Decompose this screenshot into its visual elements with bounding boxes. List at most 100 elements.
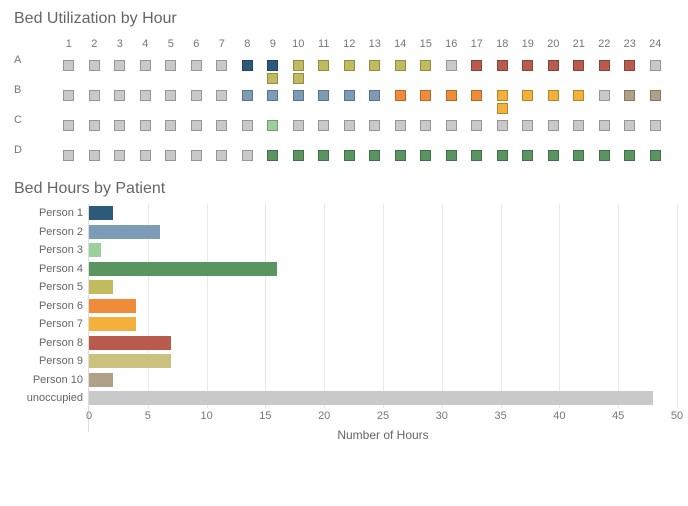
heat-cell	[209, 54, 235, 84]
heat-box-unoccupied	[599, 90, 610, 101]
heat-cell	[82, 54, 108, 84]
heat-cell	[235, 54, 261, 84]
heat-col-14: 14	[388, 38, 414, 50]
heat-box-p2	[293, 90, 304, 101]
heat-cell	[541, 114, 567, 131]
heat-cell	[158, 84, 184, 114]
heat-cell	[184, 114, 210, 131]
heat-cell	[311, 144, 337, 161]
heat-box-unoccupied	[242, 150, 253, 161]
heat-cell	[515, 114, 541, 131]
bar-row: Person 5	[89, 278, 113, 297]
heat-box-unoccupied	[599, 120, 610, 131]
heat-box-unoccupied	[89, 120, 100, 131]
heat-col-4: 4	[133, 38, 159, 50]
heat-box-p8	[522, 60, 533, 71]
heat-cell	[592, 84, 618, 114]
heat-box-p5	[293, 60, 304, 71]
bar-label: Person 2	[9, 226, 83, 238]
heat-col-23: 23	[617, 38, 643, 50]
bar-row: unoccupied	[89, 389, 653, 408]
heat-cell	[566, 84, 592, 114]
heat-col-8: 8	[235, 38, 261, 50]
heat-cell	[311, 114, 337, 131]
bar-p5	[89, 280, 113, 294]
bar-p6	[89, 299, 136, 313]
bar-label: Person 7	[9, 318, 83, 330]
heat-cell	[388, 84, 414, 114]
bar-row: Person 1	[89, 204, 113, 223]
bar-p9	[89, 354, 171, 368]
heat-cell	[643, 144, 669, 161]
heat-cell	[439, 54, 465, 84]
heat-row-label-D: D	[14, 144, 56, 156]
heat-cell	[158, 114, 184, 131]
heat-cell	[515, 84, 541, 114]
gridline	[501, 204, 502, 408]
bar-row: Person 6	[89, 297, 136, 316]
heat-box-unoccupied	[446, 60, 457, 71]
heat-col-21: 21	[566, 38, 592, 50]
heat-cell	[592, 54, 618, 84]
heat-row-label-A: A	[14, 54, 56, 66]
heat-box-p4	[395, 150, 406, 161]
heat-box-p2	[344, 90, 355, 101]
heat-box-unoccupied	[471, 120, 482, 131]
heat-cell	[82, 114, 108, 131]
gridline	[207, 204, 208, 408]
heat-row-A: A	[14, 54, 674, 84]
heat-box-unoccupied	[420, 120, 431, 131]
heat-col-17: 17	[464, 38, 490, 50]
heat-cell	[82, 144, 108, 161]
heat-cell	[413, 54, 439, 84]
bar-row: Person 10	[89, 371, 113, 390]
heat-cell	[439, 144, 465, 161]
heat-col-10: 10	[286, 38, 312, 50]
bar-label: Person 3	[9, 244, 83, 256]
heat-cell	[490, 114, 516, 131]
heat-box-p4	[548, 150, 559, 161]
heat-cell	[643, 54, 669, 84]
heat-cell	[337, 54, 363, 84]
heat-box-unoccupied	[650, 120, 661, 131]
heat-box-unoccupied	[140, 150, 151, 161]
heat-box-unoccupied	[216, 60, 227, 71]
heat-box-p7	[548, 90, 559, 101]
heat-box-p7	[497, 90, 508, 101]
heat-box-p8	[573, 60, 584, 71]
heat-title: Bed Utilization by Hour	[14, 10, 674, 28]
heat-box-p4	[420, 150, 431, 161]
gridline	[324, 204, 325, 408]
heat-cell	[184, 84, 210, 114]
heat-box-p10	[624, 90, 635, 101]
heat-cell	[184, 144, 210, 161]
heat-cell	[617, 114, 643, 131]
heat-cell	[566, 54, 592, 84]
heat-column-headers: 123456789101112131415161718192021222324	[14, 34, 674, 54]
bar-label: Person 10	[9, 374, 83, 386]
heat-box-unoccupied	[114, 90, 125, 101]
heat-cell	[566, 114, 592, 131]
heat-cell	[592, 114, 618, 131]
heat-cell	[439, 114, 465, 131]
heat-cell	[439, 84, 465, 114]
heat-cell	[541, 144, 567, 161]
heat-col-3: 3	[107, 38, 133, 50]
heat-cell	[337, 144, 363, 161]
heat-box-p7	[573, 90, 584, 101]
bar-row: Person 3	[89, 241, 101, 260]
heat-cell	[209, 84, 235, 114]
heat-cell	[311, 54, 337, 84]
heat-box-p4	[471, 150, 482, 161]
heat-cell	[490, 144, 516, 161]
heat-cell	[56, 54, 82, 84]
heat-box-unoccupied	[242, 120, 253, 131]
heat-cell	[260, 144, 286, 161]
bar-label: Person 1	[9, 207, 83, 219]
gridline	[677, 204, 678, 408]
x-tick-20: 20	[318, 410, 330, 422]
heat-cell	[388, 54, 414, 84]
x-tick-45: 45	[612, 410, 624, 422]
heat-cell	[541, 84, 567, 114]
heat-cell	[260, 54, 286, 84]
